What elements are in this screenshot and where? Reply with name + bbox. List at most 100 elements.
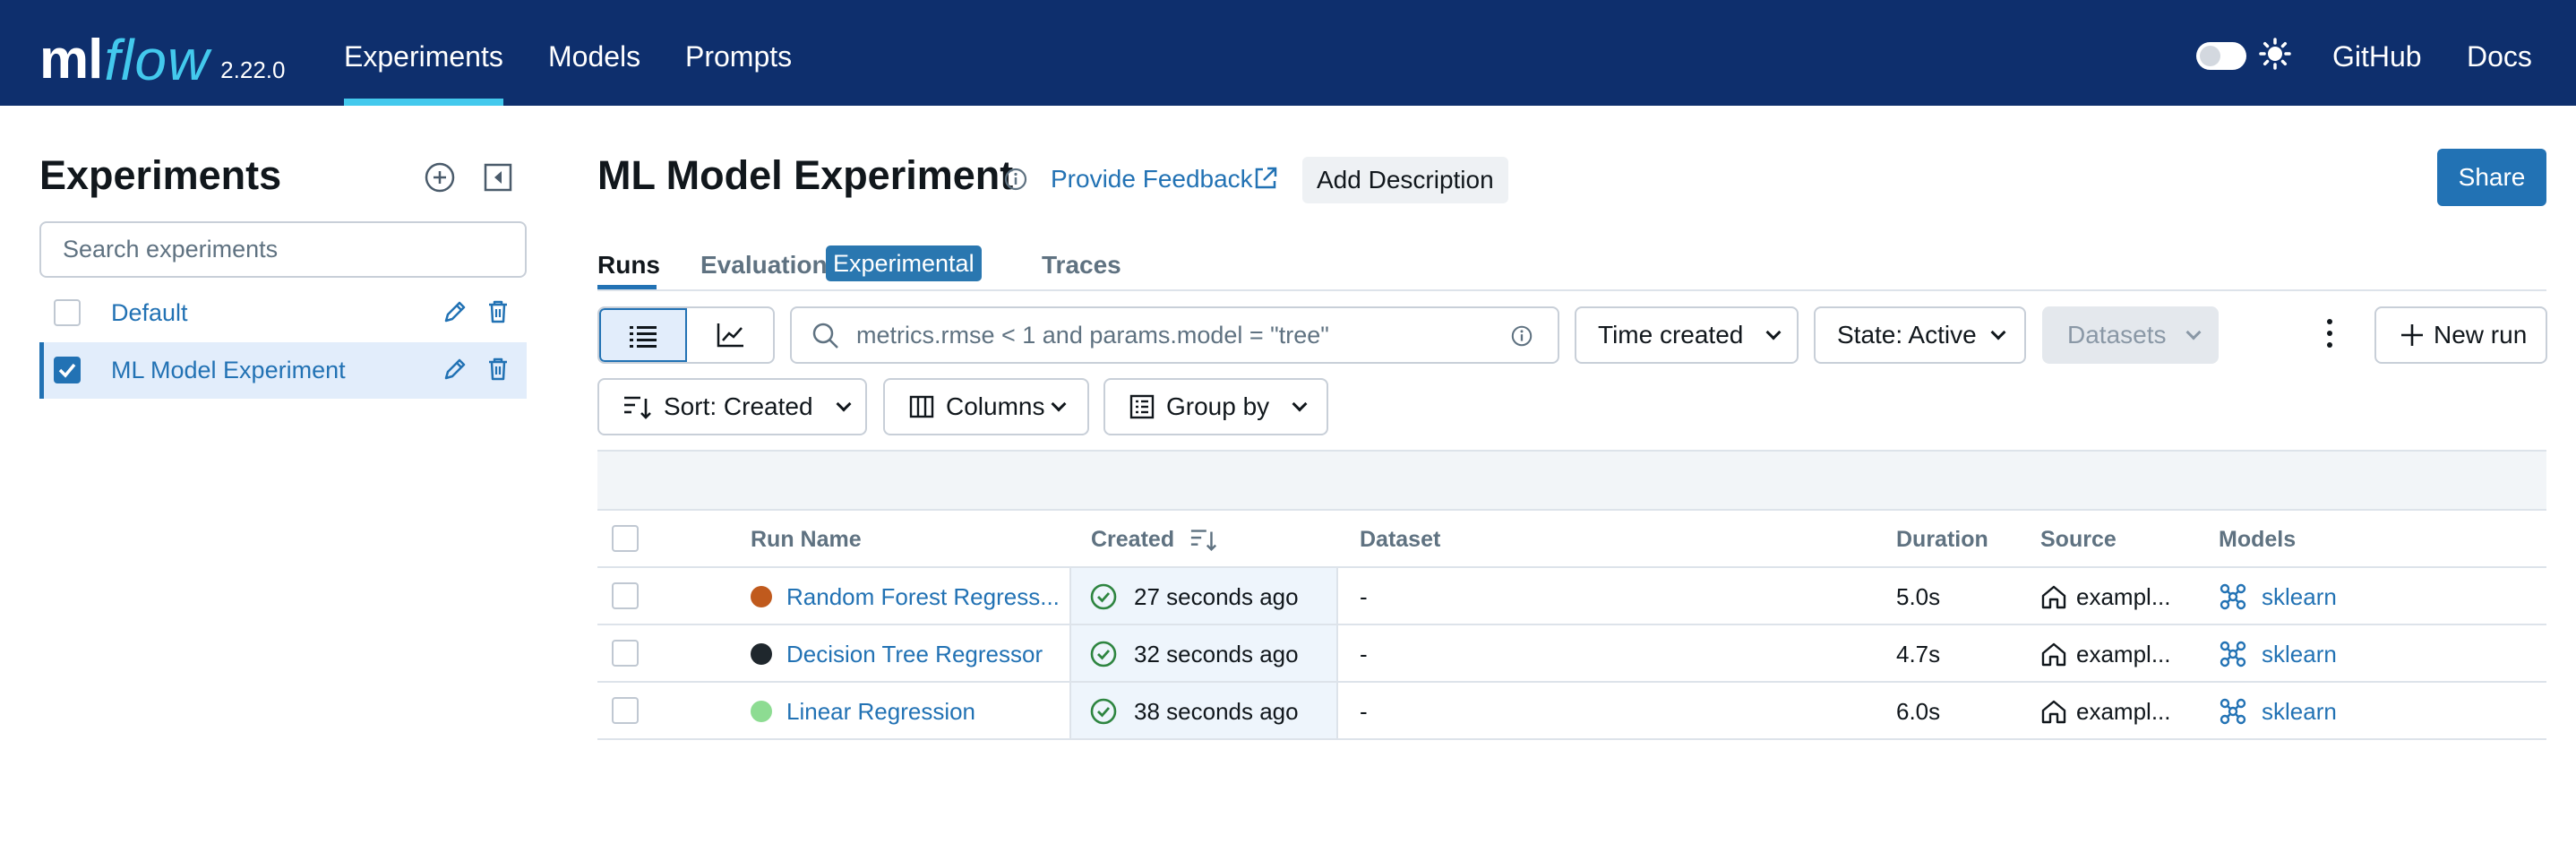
nav-prompts-label: Prompts bbox=[685, 40, 793, 73]
table-row[interactable]: Random Forest Regress... 27 seconds ago … bbox=[597, 568, 2546, 625]
chart-view-button[interactable] bbox=[687, 308, 773, 362]
share-button[interactable]: Share bbox=[2437, 149, 2546, 206]
more-options-icon[interactable] bbox=[2325, 319, 2334, 351]
created-time: 32 seconds ago bbox=[1134, 641, 1299, 667]
group-by-label: Group by bbox=[1166, 392, 1270, 420]
add-description-button[interactable]: Add Description bbox=[1302, 157, 1508, 203]
state-dropdown[interactable]: State: Active bbox=[1814, 306, 2026, 364]
source-value[interactable]: exampl... bbox=[2076, 698, 2171, 726]
check-circle-icon bbox=[1090, 698, 1117, 725]
run-filter-box[interactable] bbox=[790, 306, 1559, 364]
dataset-value: - bbox=[1360, 698, 1368, 725]
sun-icon bbox=[2259, 38, 2291, 70]
nav-github[interactable]: GitHub bbox=[2332, 0, 2422, 106]
group-by-dropdown[interactable]: Group by bbox=[1103, 378, 1328, 435]
sort-dropdown[interactable]: Sort: Created bbox=[597, 378, 867, 435]
chevron-down-icon bbox=[1765, 324, 1782, 340]
model-link[interactable]: sklearn bbox=[2262, 698, 2337, 726]
trash-icon[interactable] bbox=[484, 355, 512, 383]
experiment-item-ml-model-experiment[interactable]: ML Model Experiment bbox=[39, 342, 527, 399]
top-navbar: ml flow 2.22.0 Experiments Models Prompt… bbox=[0, 0, 2576, 106]
model-link[interactable]: sklearn bbox=[2262, 583, 2337, 611]
tab-evaluation[interactable]: Evaluation bbox=[700, 251, 828, 280]
new-run-button[interactable]: New run bbox=[2374, 306, 2547, 364]
sidebar-title: Experiments bbox=[39, 152, 282, 198]
columns-dropdown[interactable]: Columns bbox=[883, 378, 1089, 435]
column-header-duration[interactable]: Duration bbox=[1896, 527, 1988, 553]
search-icon bbox=[812, 323, 838, 349]
toggle-knob bbox=[2200, 46, 2220, 66]
plus-icon bbox=[2401, 324, 2423, 346]
time-created-dropdown[interactable]: Time created bbox=[1575, 306, 1799, 364]
row-checkbox[interactable] bbox=[612, 640, 639, 667]
nav-prompts[interactable]: Prompts bbox=[685, 0, 792, 106]
column-header-dataset[interactable]: Dataset bbox=[1360, 527, 1440, 553]
tabs-divider bbox=[597, 289, 2546, 291]
table-row[interactable]: Decision Tree Regressor 32 seconds ago -… bbox=[597, 625, 2546, 683]
table-view-button[interactable] bbox=[599, 308, 687, 362]
time-created-label: Time created bbox=[1598, 321, 1744, 349]
nav-experiments[interactable]: Experiments bbox=[344, 0, 503, 106]
chevron-down-icon bbox=[1292, 396, 1308, 412]
row-checkbox[interactable] bbox=[612, 582, 639, 609]
mlflow-logo[interactable]: ml flow 2.22.0 bbox=[39, 13, 285, 93]
run-name-link[interactable]: Decision Tree Regressor bbox=[786, 641, 1043, 668]
check-circle-icon bbox=[1090, 641, 1117, 667]
page-title: ML Model Experiment bbox=[597, 152, 1014, 198]
column-header-run-name[interactable]: Run Name bbox=[751, 527, 862, 553]
theme-toggle[interactable] bbox=[2196, 42, 2246, 70]
chevron-down-icon bbox=[2185, 324, 2201, 340]
column-header-models[interactable]: Models bbox=[2219, 527, 2296, 553]
created-time: 38 seconds ago bbox=[1134, 698, 1299, 725]
chevron-down-icon bbox=[1051, 396, 1067, 412]
new-run-label: New run bbox=[2434, 321, 2528, 349]
run-name-link[interactable]: Random Forest Regress... bbox=[786, 583, 1060, 611]
sort-desc-icon[interactable] bbox=[1189, 525, 1218, 554]
column-header-created[interactable]: Created bbox=[1091, 527, 1174, 553]
model-icon bbox=[2220, 698, 2246, 725]
create-experiment-button[interactable] bbox=[422, 159, 458, 195]
chart-line-icon bbox=[717, 323, 743, 348]
run-color-dot[interactable] bbox=[751, 643, 772, 665]
sort-icon bbox=[624, 396, 651, 419]
model-icon bbox=[2220, 583, 2246, 610]
version-label: 2.22.0 bbox=[220, 56, 286, 83]
tab-traces[interactable]: Traces bbox=[1042, 251, 1121, 280]
source-value[interactable]: exampl... bbox=[2076, 583, 2171, 611]
dataset-value: - bbox=[1360, 583, 1368, 610]
home-icon bbox=[2041, 700, 2066, 724]
source-value[interactable]: exampl... bbox=[2076, 641, 2171, 668]
datasets-dropdown[interactable]: Datasets bbox=[2042, 306, 2219, 364]
duration-value: 5.0s bbox=[1896, 583, 1941, 610]
tab-runs[interactable]: Runs bbox=[597, 251, 660, 280]
pencil-icon[interactable] bbox=[441, 297, 469, 326]
collapse-sidebar-button[interactable] bbox=[480, 159, 516, 195]
nav-github-label: GitHub bbox=[2332, 40, 2422, 73]
run-name-link[interactable]: Linear Regression bbox=[786, 698, 975, 726]
experiment-name[interactable]: ML Model Experiment bbox=[111, 357, 346, 384]
run-color-dot[interactable] bbox=[751, 701, 772, 722]
nav-models[interactable]: Models bbox=[548, 0, 640, 106]
experiment-search-input[interactable] bbox=[41, 223, 525, 276]
column-header-source[interactable]: Source bbox=[2040, 527, 2117, 553]
model-link[interactable]: sklearn bbox=[2262, 641, 2337, 668]
provide-feedback-link[interactable]: Provide Feedback bbox=[1051, 165, 1253, 194]
experiment-search-box[interactable] bbox=[39, 221, 527, 278]
pencil-icon[interactable] bbox=[441, 355, 469, 383]
nav-docs[interactable]: Docs bbox=[2467, 0, 2532, 106]
nav-active-indicator bbox=[344, 99, 503, 106]
info-icon[interactable] bbox=[1003, 167, 1028, 192]
experiment-item-default[interactable]: Default bbox=[39, 285, 527, 341]
experiment-checkbox[interactable] bbox=[54, 299, 81, 326]
run-filter-input[interactable] bbox=[856, 308, 1483, 362]
experiment-name[interactable]: Default bbox=[111, 299, 188, 327]
select-all-checkbox[interactable] bbox=[612, 525, 639, 552]
collapse-sidebar-icon bbox=[484, 163, 512, 192]
experiment-checkbox[interactable] bbox=[54, 357, 81, 383]
trash-icon[interactable] bbox=[484, 297, 512, 326]
run-color-dot[interactable] bbox=[751, 586, 772, 607]
created-time: 27 seconds ago bbox=[1134, 583, 1299, 610]
table-row[interactable]: Linear Regression 38 seconds ago - 6.0s … bbox=[597, 683, 2546, 740]
info-icon[interactable] bbox=[1510, 324, 1533, 348]
row-checkbox[interactable] bbox=[612, 697, 639, 724]
